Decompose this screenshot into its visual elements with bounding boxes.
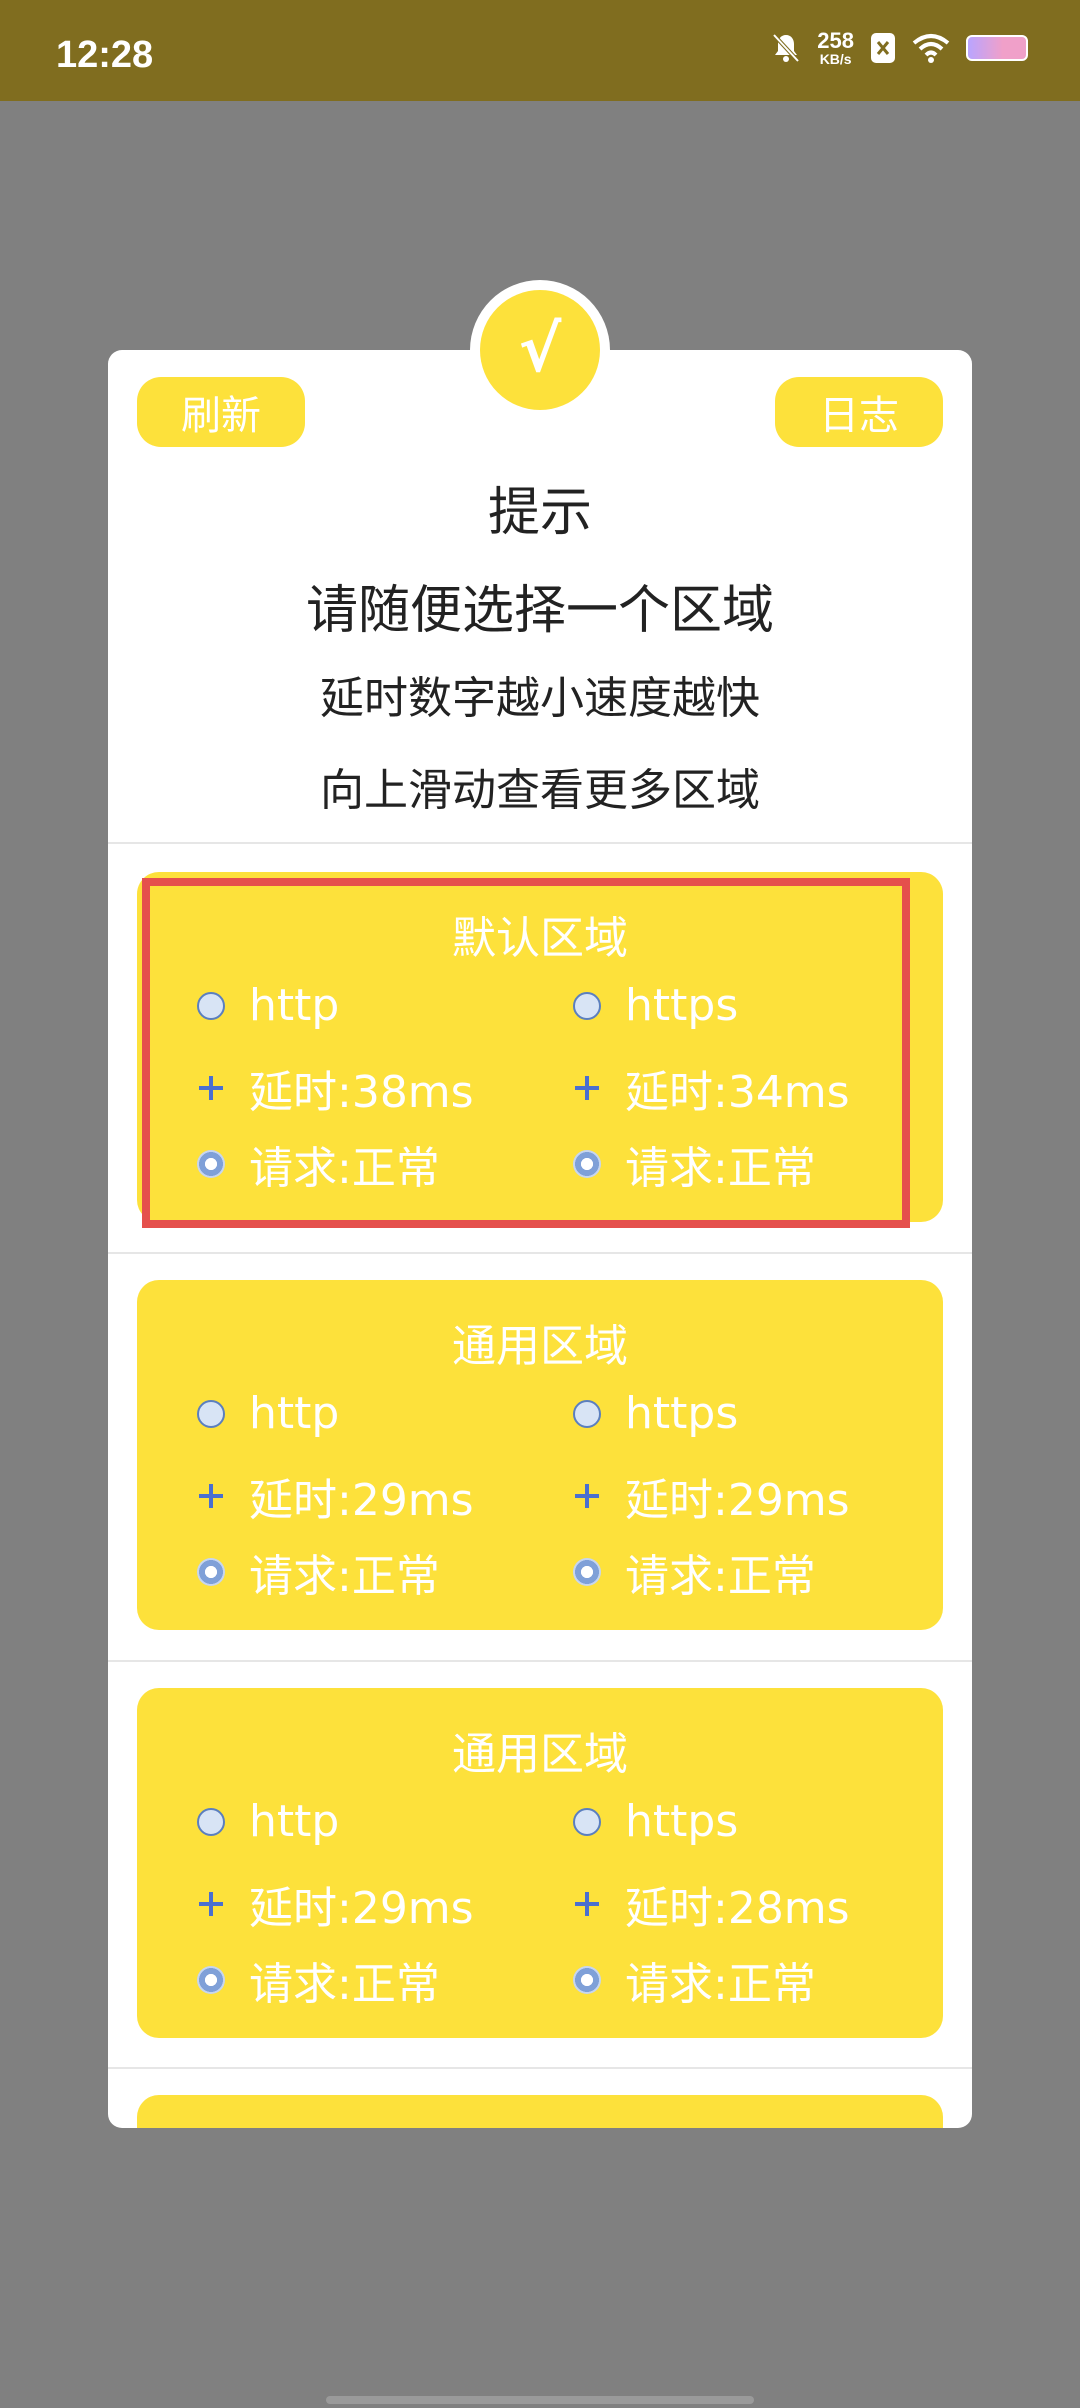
divider (108, 842, 972, 844)
https-row: https (573, 1388, 738, 1439)
net-speed-unit: KB/s (819, 51, 852, 67)
log-button[interactable]: 日志 (775, 377, 943, 447)
https-row: https (573, 1796, 738, 1847)
status-value: 请求:正常 (249, 1959, 440, 2010)
delay-row: 延时:29ms (573, 1464, 850, 1528)
bell-off-icon (772, 33, 800, 63)
delay-row: 延时:29ms (197, 1872, 474, 1936)
globe-icon (573, 1807, 601, 1836)
delay-value: 延时:29ms (249, 1475, 474, 1526)
battery-icon (966, 35, 1028, 61)
globe-icon (197, 1807, 225, 1836)
status-value: 请求:正常 (625, 1551, 816, 1602)
status-bar: 12:28 258 KB/s (0, 0, 1080, 101)
status-row: 请求:正常 (197, 1948, 440, 2012)
status-row: 请求:正常 (573, 1540, 816, 1604)
status-row: 请求:正常 (573, 1948, 816, 2012)
delay-value: 延时:29ms (249, 1883, 474, 1934)
delay-icon (197, 1482, 225, 1510)
check-badge: √ (470, 280, 610, 420)
protocol-label: https (625, 1388, 739, 1439)
status-value: 请求:正常 (249, 1551, 440, 1602)
protocol-label: http (249, 1796, 340, 1847)
protocol-label: https (625, 1796, 739, 1847)
status-icon (197, 1558, 225, 1586)
region-name: 通用区域 (452, 1729, 628, 1780)
globe-icon (197, 1399, 225, 1428)
protocol-label: http (249, 1388, 340, 1439)
x-badge-icon (871, 33, 895, 63)
delay-hint-text: 延时数字越小速度越快 (320, 673, 760, 724)
http-row: http (197, 1796, 339, 1847)
net-speed-value: 258 (817, 28, 854, 53)
scroll-hint-text: 向上滑动查看更多区域 (320, 765, 760, 816)
region-card[interactable]: 通用区域 http https 延时:29ms 延时:29ms 请求:正常 请求… (137, 1280, 943, 1630)
divider (108, 1660, 972, 1662)
refresh-button[interactable]: 刷新 (137, 377, 305, 447)
status-value: 请求:正常 (625, 1959, 816, 2010)
check-icon: √ (480, 290, 600, 410)
status-icon (197, 1966, 225, 1994)
status-row: 请求:正常 (197, 1540, 440, 1604)
region-card-partial[interactable] (137, 2095, 943, 2128)
delay-icon (573, 1890, 601, 1918)
status-icon (573, 1966, 601, 1994)
selection-highlight (142, 878, 910, 1228)
net-speed: 258 KB/s (817, 28, 854, 67)
region-name: 通用区域 (452, 1321, 628, 1372)
http-row: http (197, 1388, 339, 1439)
delay-icon (197, 1890, 225, 1918)
delay-icon (573, 1482, 601, 1510)
status-time: 12:28 (56, 34, 154, 76)
delay-value: 延时:28ms (625, 1883, 850, 1934)
status-icons: 258 KB/s (771, 30, 1028, 66)
divider (108, 1252, 972, 1254)
globe-icon (573, 1399, 601, 1428)
wifi-icon (912, 34, 950, 63)
delay-row: 延时:29ms (197, 1464, 474, 1528)
divider (108, 2067, 972, 2069)
status-icon (573, 1558, 601, 1586)
dialog-title: 提示 (487, 483, 592, 543)
instruction-text: 请随便选择一个区域 (305, 581, 774, 641)
delay-value: 延时:29ms (625, 1475, 850, 1526)
delay-row: 延时:28ms (573, 1872, 850, 1936)
region-dialog: 刷新 日志 提示 请随便选择一个区域 延时数字越小速度越快 向上滑动查看更多区域… (108, 350, 972, 2128)
gesture-bar[interactable] (326, 2396, 754, 2404)
region-card[interactable]: 通用区域 http https 延时:29ms 延时:28ms 请求:正常 请求… (137, 1688, 943, 2038)
